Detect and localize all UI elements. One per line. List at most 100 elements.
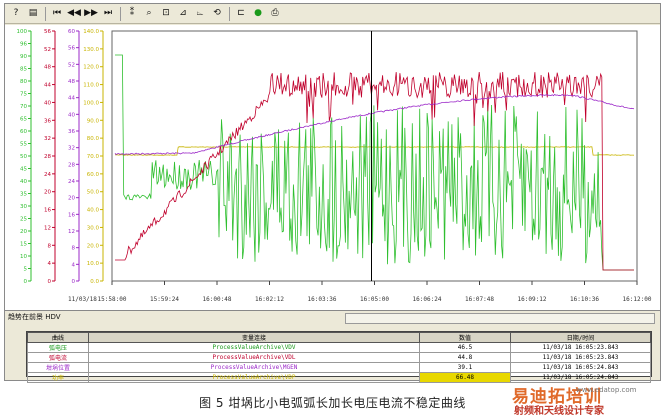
y-tick-label: 44 [68, 96, 75, 102]
zoom-icon[interactable]: ⌕ [142, 7, 156, 21]
y-tick-label: 52 [68, 62, 75, 68]
cell-link: ProcessValueArchive\MGEN [88, 362, 420, 373]
select-curve-icon[interactable]: ⊏ [234, 7, 248, 21]
ruler-icon[interactable]: ⁑ [125, 7, 139, 21]
y-tick-label: 16 [68, 212, 75, 218]
y-tick-label: 120.0 [83, 65, 99, 71]
y-tick-label: 40 [20, 179, 27, 185]
y-tick-label: 48 [44, 65, 51, 71]
y-tick-label: 28 [68, 162, 75, 168]
y-tick-label: 0 [24, 279, 28, 285]
cell-name: 弧电流 [27, 352, 89, 363]
y-tick-label: 55 [20, 142, 27, 148]
toolbar-separator [45, 6, 46, 21]
rewind-icon[interactable]: ◀◀ [67, 7, 81, 21]
cell-value: 39.1 [419, 362, 511, 373]
last-icon[interactable]: ⏭ [101, 7, 115, 21]
y-tick-label: 20 [44, 190, 51, 196]
cell-link: ProcessValueArchive\VDP [88, 372, 420, 383]
y-tick-label: 36 [68, 129, 75, 135]
table-row[interactable]: 功率 ProcessValueArchive\VDP 66.48 11/03/18 1… [27, 372, 651, 383]
y-tick-label: 96 [20, 42, 27, 48]
y-tick-label: 8 [72, 246, 76, 252]
table-row[interactable]: 坩埚位置 ProcessValueArchive\MGEN 39.1 11/03/18… [27, 362, 651, 373]
y-tick-label: 15 [20, 242, 27, 248]
cell-time: 11/03/18 16:05:23.843 [510, 352, 651, 363]
trend-chart-area: 100 96 90 85 80 75 70 65 60 55 50 45 40 35 30 25 20 15 10 5… [5, 25, 660, 310]
print-icon[interactable]: ⎙ [268, 7, 282, 21]
y-tick-label: 90 [20, 54, 27, 60]
y-tick-label: 100 [17, 29, 28, 35]
status-bar: 趋势在前景 HDV [5, 310, 660, 324]
zoom-area-icon[interactable]: ⊡ [159, 7, 173, 21]
y-tick-label: 45 [20, 167, 27, 173]
y-tick-label: 20 [20, 229, 27, 235]
cell-link: ProcessValueArchive\VDL [88, 352, 420, 363]
col-header-value[interactable]: 数值 [419, 332, 511, 343]
y-tick-label: 30 [20, 204, 27, 210]
y-tick-label: 40 [44, 100, 51, 106]
table-row[interactable]: 弧电压 ProcessValueArchive\VDV 46.5 11/03/18 1… [27, 342, 651, 353]
y-tick-label: 100.0 [83, 100, 99, 106]
y-tick-label: 36 [44, 118, 51, 124]
cell-name: 弧电压 [27, 342, 89, 353]
y-tick-label: 52 [44, 47, 51, 53]
y-tick-label: 0 [48, 279, 52, 285]
y-tick-label: 50.0 [87, 190, 100, 196]
x-tick-label: 16:05:00 [360, 296, 389, 303]
y-tick-label: 32 [68, 146, 75, 152]
first-icon[interactable]: ⏮ [50, 7, 64, 21]
y-tick-label: 40.0 [87, 208, 100, 214]
y-tick-label: 140.0 [83, 29, 99, 35]
y-tick-label: 5 [24, 267, 28, 273]
col-header-link[interactable]: 变量连接 [88, 332, 420, 343]
help-icon[interactable]: ? [9, 7, 23, 21]
table-row[interactable]: 弧电流 ProcessValueArchive\VDL 44.8 11/03/18 1… [27, 352, 651, 363]
y-tick-label: 56 [44, 29, 51, 35]
y-tick-label: 4 [72, 262, 76, 268]
y-tick-label: 35 [20, 192, 27, 198]
window-icon[interactable]: ▤ [26, 7, 40, 21]
y-tick-label: 75 [20, 92, 27, 98]
y-tick-label: 4 [48, 261, 52, 267]
y-tick-label: 8 [48, 243, 52, 249]
y-tick-label: 30.0 [87, 225, 100, 231]
y-tick-label: 0.0 [90, 279, 99, 285]
x-tick-label: 16:02:12 [255, 296, 284, 303]
y-tick-label: 12 [44, 225, 51, 231]
y-tick-label: 10 [20, 254, 27, 260]
col-header-datetime[interactable]: 日期/时间 [510, 332, 651, 343]
curve-value-table: 曲线 变量连接 数值 日期/时间 弧电压 ProcessValueArchive\… [26, 331, 652, 383]
trend-toolbar: ? ▤ ⏮ ◀◀ ▶▶ ⏭ ⁑ ⌕ ⊡ ⊿ ⌳ ⟲ ⊏ ● ⎙ [5, 4, 660, 24]
x-tick-label: 15:59:24 [150, 296, 179, 303]
x-tick-label: 16:12:00 [623, 296, 652, 303]
y-tick-label: 60 [20, 129, 27, 135]
watermark-logo: 易迪拓培训 www.edatop.com 射频和天线设计专家 [512, 382, 662, 417]
zoom-x-icon[interactable]: ⊿ [176, 7, 190, 21]
forward-icon[interactable]: ▶▶ [84, 7, 98, 21]
y-tick-label: 110.0 [83, 83, 99, 89]
col-header-curve[interactable]: 曲线 [27, 332, 89, 343]
y-tick-label: 90.0 [87, 118, 100, 124]
y-tick-label: 20 [68, 196, 75, 202]
cell-value: 44.8 [419, 352, 511, 363]
y-tick-label: 25 [20, 217, 27, 223]
x-tick-label: 16:10:36 [570, 296, 599, 303]
x-tick-label: 16:06:24 [413, 296, 442, 303]
y-tick-label: 85 [20, 67, 27, 73]
cell-time: 11/03/18 16:05:24.843 [510, 372, 651, 383]
x-date-label: 11/03/18 [68, 296, 97, 303]
y-tick-label: 12 [68, 229, 75, 235]
y-tick-label: 70.0 [87, 154, 100, 160]
x-tick-label: 16:07:48 [465, 296, 494, 303]
y-tick-label: 10.0 [87, 261, 100, 267]
start-stop-icon[interactable]: ● [251, 7, 265, 21]
y-tick-label: 48 [68, 79, 75, 85]
watermark-url: www.edatop.com [576, 386, 637, 394]
zoom-y-icon[interactable]: ⌳ [193, 7, 207, 21]
watermark-sub-text: 射频和天线设计专家 [514, 406, 604, 417]
x-tick-label: 16:09:12 [518, 296, 547, 303]
cell-name: 功率 [27, 372, 89, 383]
status-text: 趋势在前景 HDV [8, 313, 61, 321]
original-view-icon[interactable]: ⟲ [210, 7, 224, 21]
